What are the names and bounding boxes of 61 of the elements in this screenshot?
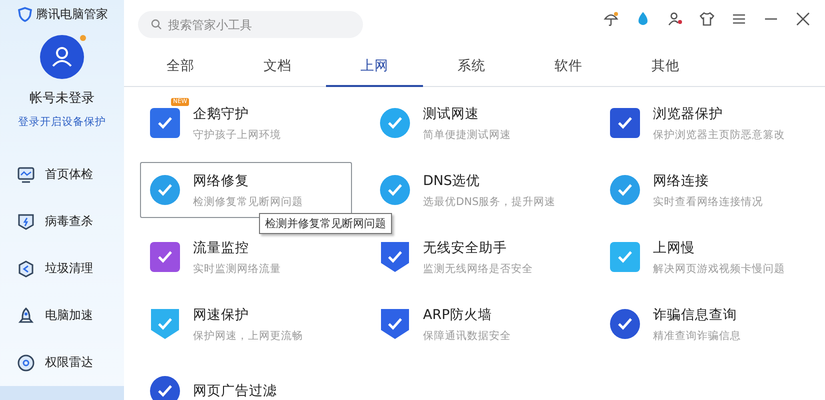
shield-logo-icon	[18, 7, 32, 22]
tool-description: 实时监测网络流量	[193, 262, 281, 276]
app-title: 腾讯电脑管家	[36, 6, 108, 23]
tool-title: 上网慢	[653, 238, 696, 256]
sidebar-item[interactable]: 电脑加速	[0, 292, 124, 339]
tool-description: 守护孩子上网环境	[193, 128, 281, 142]
tool-description: 实时查看网络连接情况	[653, 194, 763, 208]
tool-description: 监测无线网络是否安全	[423, 262, 533, 276]
shield-icon	[17, 212, 35, 230]
monitor-icon	[17, 166, 35, 184]
account-name: 帐号未登录	[30, 90, 94, 107]
avatar[interactable]	[40, 35, 84, 79]
radar-icon	[17, 354, 35, 372]
tool-title: ARP防火墙	[423, 306, 493, 324]
tool-title: DNS选优	[423, 172, 482, 190]
shirt-icon[interactable]	[699, 10, 715, 26]
tool-item[interactable]: ARP防火墙 保障通讯数据安全	[370, 296, 582, 352]
tool-description: 选最优DNS服务，提升网速	[423, 194, 556, 208]
tool-title: 网络连接	[653, 172, 710, 190]
user-icon[interactable]	[667, 10, 683, 26]
tool-item[interactable]: 上网慢 解决网页游戏视频卡慢问题	[600, 229, 812, 285]
tool-description: 保护浏览器主页防恶意篡改	[653, 128, 785, 142]
tool-item[interactable]: 网络连接 实时查看网络连接情况	[600, 162, 812, 218]
tool-title: 流量监控	[193, 238, 250, 256]
tool-title: 企鹅守护	[193, 104, 250, 122]
tool-title: 测试网速	[423, 104, 480, 122]
tool-item[interactable]: 网页广告过滤	[140, 363, 352, 400]
tool-description: 解决网页游戏视频卡慢问题	[653, 262, 785, 276]
tool-title: 网络修复	[193, 172, 250, 190]
login-link[interactable]: 登录开启设备保护	[18, 115, 106, 129]
search-icon	[151, 19, 162, 30]
tool-title: 浏览器保护	[653, 104, 724, 122]
search-field[interactable]: 搜索管家小工具	[138, 11, 363, 38]
rocket-icon	[17, 306, 35, 324]
tool-item[interactable]: 诈骗信息查询 精准查询诈骗信息	[600, 296, 812, 352]
tooltip: 检测并修复常见断网问题	[259, 213, 392, 234]
category-tab[interactable]: 上网	[326, 48, 423, 87]
tool-description: 保护网速，上网更流畅	[193, 328, 303, 342]
tool-description: 检测修复常见断网问题	[193, 194, 303, 208]
tool-title: 诈骗信息查询	[653, 306, 738, 324]
tool-description: 保障通讯数据安全	[423, 328, 511, 342]
tool-title: 无线安全助手	[423, 238, 508, 256]
category-tab[interactable]: 全部	[132, 48, 229, 87]
tool-item[interactable]: 测试网速 简单便捷测试网速	[370, 95, 582, 151]
category-tab[interactable]: 文档	[229, 48, 326, 87]
tool-description: 简单便捷测试网速	[423, 128, 511, 142]
hexagon-icon	[17, 260, 35, 278]
tool-item[interactable]: 网速保护 保护网速，上网更流畅	[140, 296, 352, 352]
tool-description: 精准查询诈骗信息	[653, 328, 741, 342]
umbrella-icon[interactable]	[603, 10, 619, 26]
sidebar-item[interactable]: 垃圾清理	[0, 245, 124, 292]
category-tab[interactable]: 其他	[617, 48, 714, 87]
tool-title: 网页广告过滤	[193, 382, 277, 400]
tool-item[interactable]: 浏览器保护 保护浏览器主页防恶意篡改	[600, 95, 812, 151]
category-tab[interactable]: 软件	[520, 48, 617, 87]
close-icon[interactable]	[795, 10, 811, 26]
sidebar-item[interactable]: 首页体检	[0, 151, 124, 198]
tool-title: 网速保护	[193, 306, 250, 324]
sidebar-item[interactable]: 病毒查杀	[0, 198, 124, 245]
category-tab[interactable]: 系统	[423, 48, 520, 87]
sidebar-item[interactable]: 权限雷达	[0, 339, 124, 386]
